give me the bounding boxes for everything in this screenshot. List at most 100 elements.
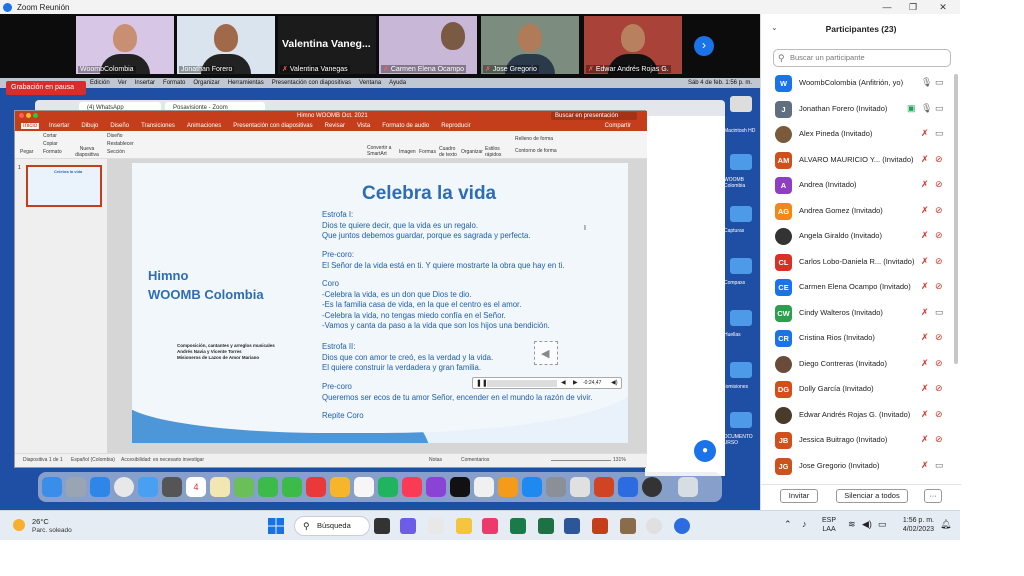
participant-row[interactable]: W WoombColombia (Anfitrión, yo) 🎙︎ ▭ <box>761 72 961 98</box>
powerpoint-icon[interactable] <box>594 477 614 497</box>
muted-microphone-icon[interactable]: ✗ <box>921 154 929 165</box>
calculator-icon[interactable] <box>162 477 182 497</box>
zoom-app-icon[interactable] <box>618 477 638 497</box>
participant-row[interactable]: JG Jose Gregorio (Invitado) ✗ ▭ <box>761 455 961 478</box>
messages-icon[interactable] <box>282 477 302 497</box>
settings-icon[interactable] <box>546 477 566 497</box>
muted-microphone-icon[interactable]: ✗ <box>921 383 929 394</box>
comments-button[interactable]: Comentarios <box>461 457 489 463</box>
maximize-button[interactable]: ❐ <box>900 0 926 14</box>
battery-icon[interactable]: ▭ <box>878 519 887 530</box>
tab-dibujo[interactable]: Dibujo <box>79 123 100 129</box>
camera-icon[interactable]: ▭ <box>935 77 944 88</box>
notes-icon[interactable] <box>210 477 230 497</box>
more-options-button[interactable]: ··· <box>924 489 942 503</box>
layout-button[interactable]: Diseño <box>107 133 123 139</box>
camera-off-icon[interactable]: ⊘ <box>935 154 943 165</box>
participant-row[interactable]: DC Diego Contreras (Invitado) ✗ ⊘ <box>761 353 961 379</box>
tab-animaciones[interactable]: Animaciones <box>185 123 223 129</box>
camera-off-icon[interactable]: ⊘ <box>935 332 943 343</box>
tab-inicio[interactable]: Inicio <box>21 123 40 129</box>
image-button[interactable]: Imagen <box>399 149 416 155</box>
camera-icon[interactable] <box>428 518 444 534</box>
quicktime-icon[interactable] <box>642 477 662 497</box>
microphone-icon[interactable]: 🎙︎ <box>921 103 932 114</box>
ppt-search-input[interactable]: Buscar en presentación <box>551 112 637 120</box>
publisher-icon[interactable] <box>510 518 526 534</box>
notes-button[interactable]: Notas <box>429 457 442 463</box>
chevron-up-icon[interactable]: ⌃ <box>784 519 792 530</box>
camera-off-icon[interactable]: ⊘ <box>935 230 943 241</box>
shape-fill-button[interactable]: Relleno de forma <box>515 136 553 142</box>
participant-row[interactable]: AM ALVARO MAURICIO Y... (Invitado) ✗ ⊘ <box>761 149 961 175</box>
muted-microphone-icon[interactable]: ✗ <box>921 307 929 318</box>
language-indicator[interactable]: ESP LAA <box>822 516 836 534</box>
powerpoint-taskbar-icon[interactable] <box>592 518 608 534</box>
muted-microphone-icon[interactable]: ✗ <box>921 128 929 139</box>
mute-all-button[interactable]: Silenciar a todos <box>836 489 908 503</box>
weather-description[interactable]: Parc. soleado <box>32 527 72 534</box>
arrange-button[interactable]: Organizar <box>461 149 483 155</box>
tab-diseno[interactable]: Diseño <box>108 123 131 129</box>
numbers-icon[interactable] <box>378 477 398 497</box>
minimize-dot-icon[interactable] <box>26 113 31 118</box>
speaker-volume-icon[interactable]: ◀) <box>862 519 872 530</box>
pdf-app-icon[interactable] <box>306 477 326 497</box>
format-painter-button[interactable]: Formato <box>43 149 62 155</box>
shapes-button[interactable]: Formas <box>419 149 436 155</box>
minimize-button[interactable]: — <box>874 0 900 14</box>
next-page-arrow-icon[interactable]: › <box>694 36 714 56</box>
books-icon[interactable] <box>498 477 518 497</box>
camera-off-icon[interactable]: ⊘ <box>935 179 943 190</box>
finder-icon[interactable] <box>42 477 62 497</box>
textbox-button[interactable]: Cuadro de texto <box>439 146 461 158</box>
shape-outline-button[interactable]: Contorno de forma <box>515 148 557 154</box>
slide[interactable]: Celebra la vida Himno WOOMB Colombia Com… <box>132 163 628 443</box>
volume-icon[interactable]: ◀) <box>611 379 618 386</box>
facetime-icon[interactable] <box>258 477 278 497</box>
muted-microphone-icon[interactable]: ✗ <box>921 332 929 343</box>
reset-button[interactable]: Restablecer <box>107 141 134 147</box>
pause-icon[interactable]: ❚❚ <box>476 379 488 387</box>
speaker-icon[interactable]: ◀ <box>534 341 558 365</box>
cut-button[interactable]: Cortar <box>43 133 57 139</box>
folder-icon[interactable] <box>730 258 752 274</box>
freeform-icon[interactable] <box>354 477 374 497</box>
muted-microphone-icon[interactable]: ✗ <box>921 434 929 445</box>
taskbar-clock[interactable]: 1:56 p. m. 4/02/2023 <box>898 516 934 534</box>
close-dot-icon[interactable] <box>19 113 24 118</box>
muted-microphone-icon[interactable]: ✗ <box>921 205 929 216</box>
participant-row[interactable]: JB Jessica Buitrago (Invitado) ✗ ⊘ <box>761 429 961 455</box>
close-button[interactable]: ✕ <box>930 0 956 14</box>
rewind-icon[interactable]: ◀ <box>561 379 566 386</box>
teams-chat-icon[interactable] <box>400 518 416 534</box>
invite-button[interactable]: Invitar <box>780 489 818 503</box>
tab-formato-audio[interactable]: Formato de audio <box>380 123 431 129</box>
word-icon[interactable] <box>564 518 580 534</box>
weather-temp[interactable]: 26°C <box>32 517 49 526</box>
camera-off-icon[interactable]: ⊘ <box>935 383 943 394</box>
convert-smartart-button[interactable]: Convertir a SmartArt <box>367 145 393 157</box>
participant-row[interactable]: CW Cindy Walteros (Invitado) ✗ ▭ <box>761 302 961 328</box>
camera-icon[interactable]: ▭ <box>935 128 944 139</box>
muted-microphone-icon[interactable]: ✗ <box>921 179 929 190</box>
video-tile[interactable]: ✗ Edwar Andrés Rojas G. <box>584 16 682 74</box>
tab-reproducir[interactable]: Reproducir <box>439 123 472 129</box>
folder-icon[interactable] <box>730 206 752 222</box>
recording-paused-badge[interactable]: Grabación en pausa <box>6 81 86 95</box>
chat-bubble-icon[interactable]: ● <box>694 440 716 462</box>
folder-icon[interactable] <box>730 412 752 428</box>
tab-presentacion[interactable]: Presentación con diapositivas <box>231 123 314 129</box>
share-button[interactable]: Compartir <box>603 123 633 129</box>
launchpad-icon[interactable] <box>66 477 86 497</box>
tv-icon[interactable] <box>450 477 470 497</box>
tab-transiciones[interactable]: Transiciones <box>139 123 177 129</box>
camera-off-icon[interactable]: ⊘ <box>935 434 943 445</box>
task-view-icon[interactable] <box>374 518 390 534</box>
section-button[interactable]: Sección <box>107 149 125 155</box>
muted-microphone-icon[interactable]: ✗ <box>921 409 929 420</box>
slide-thumbnail[interactable]: Celebra la vida <box>26 165 102 207</box>
drive-icon[interactable] <box>730 96 752 112</box>
participant-row[interactable]: CE Carmen Elena Ocampo (Invitado) ✗ ⊘ <box>761 276 961 302</box>
participant-row[interactable]: AP Alex Pineda (Invitado) ✗ ▭ <box>761 123 961 149</box>
